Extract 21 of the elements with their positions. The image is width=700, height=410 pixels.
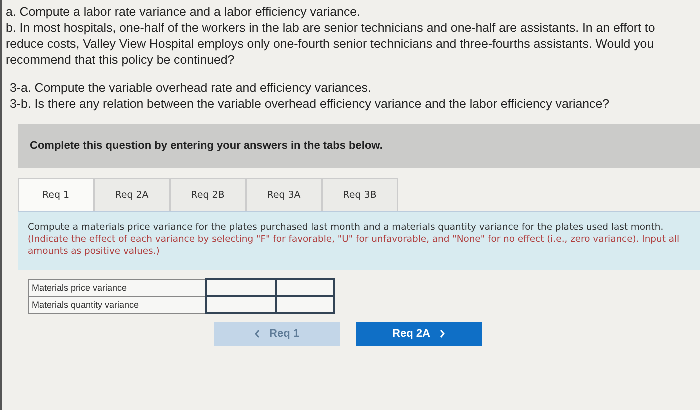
table-cell: Materials price variance [28, 279, 206, 296]
question-text: a. Compute a labor rate variance and a labor efficiency variance. [6, 4, 362, 20]
next-button[interactable]: Req 2A [356, 322, 482, 346]
tab[interactable]: Req 3B [322, 178, 398, 211]
effect-field[interactable] [276, 279, 334, 296]
amount-field[interactable] [206, 296, 276, 313]
amount-field[interactable] [206, 279, 276, 296]
effect-field[interactable] [276, 296, 334, 313]
question-text: b. In most hospitals, one-half of the workers in the lab are senior technicians and one-half are assistants. In an effort to reduce costs, Valley View Hospital employs only one-fourth senior technicians and three-fourths assistants. Would you recommend that this policy be continued? [6, 20, 656, 68]
tab[interactable]: Req 2A [94, 178, 170, 211]
tab[interactable]: Req 1 [18, 178, 94, 211]
requirement-text: 3-b. Is there any relation between the variable overhead efficiency variance and the labor efficiency variance? [9, 96, 610, 112]
instruction-note: (Indicate the effect of each variance by selecting "F" for favorable, "U" for unfavorable, and "None" for no effect (i.e., zero variance). Input all amounts as positive values.) [28, 234, 680, 257]
chevron-right-icon [440, 330, 446, 338]
tab[interactable]: Req 3A [246, 178, 322, 211]
chevron-left-icon [254, 330, 260, 338]
table-cell: Materials quantity variance [28, 296, 206, 313]
instruction-text: Compute a materials price variance for the plates purchased last month and a materials quantity variance for the plates used last month. [28, 222, 664, 233]
requirement-text: 3-a. Compute the variable overhead rate and efficiency variances. [9, 80, 372, 96]
banner-text: Complete this question by entering your answers in the tabs below. [30, 140, 383, 152]
tab[interactable]: Req 2B [170, 178, 246, 211]
